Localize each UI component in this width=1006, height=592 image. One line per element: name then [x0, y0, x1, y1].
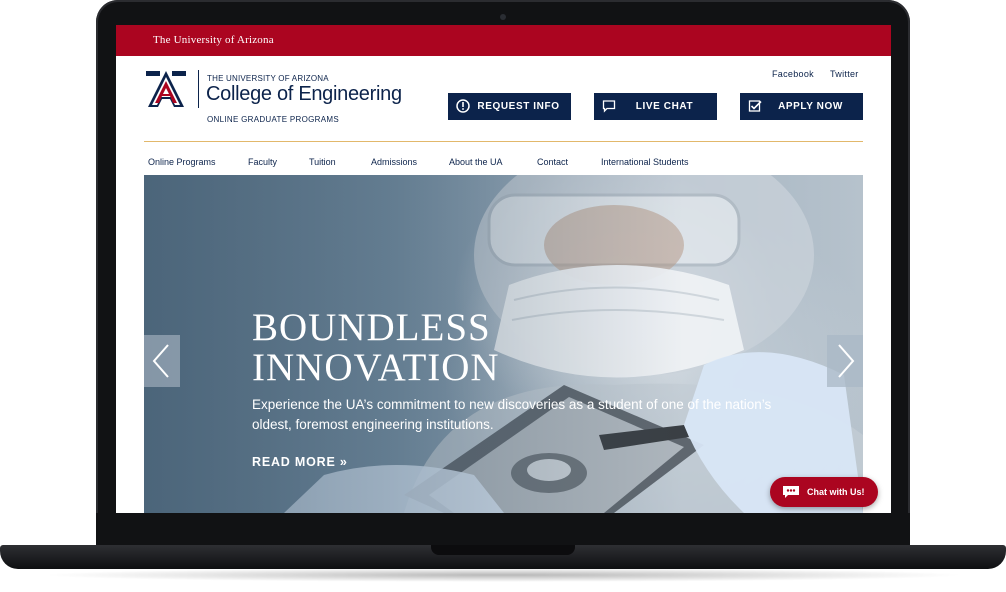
- chevron-left-icon: [152, 344, 169, 378]
- chat-bubble-icon: [783, 486, 799, 498]
- nav-online-programs[interactable]: Online Programs: [148, 157, 216, 167]
- hero-title-line1: BOUNDLESS: [252, 306, 491, 349]
- request-info-button[interactable]: REQUEST INFO: [448, 93, 571, 120]
- live-chat-label: LIVE CHAT: [635, 101, 694, 112]
- university-topbar: The University of Arizona: [116, 25, 891, 56]
- nav-contact[interactable]: Contact: [537, 157, 568, 167]
- university-link[interactable]: The University of Arizona: [153, 34, 274, 46]
- laptop-shadow: [40, 568, 966, 582]
- program-name: ONLINE GRADUATE PROGRAMS: [207, 115, 339, 124]
- chat-widget-button[interactable]: Chat with Us!: [770, 477, 878, 507]
- chat-widget-label: Chat with Us!: [807, 487, 865, 497]
- university-name: THE UNIVERSITY OF ARIZONA: [207, 74, 329, 83]
- block-a-logo-icon[interactable]: [144, 69, 188, 109]
- apply-now-button[interactable]: APPLY NOW: [740, 93, 863, 120]
- browser-viewport: The University of Arizona THE UNIVERSITY…: [116, 25, 891, 513]
- nav-international-students[interactable]: International Students: [601, 157, 689, 167]
- logo-divider: [198, 70, 199, 108]
- apply-now-label: APPLY NOW: [778, 101, 843, 112]
- nav-faculty[interactable]: Faculty: [248, 157, 277, 167]
- nav-about-the-ua[interactable]: About the UA: [449, 157, 503, 167]
- college-name[interactable]: College of Engineering: [206, 83, 402, 106]
- hero-title: BOUNDLESS INNOVATION: [252, 308, 592, 388]
- hero-description: Experience the UA’s commitment to new di…: [252, 397, 772, 432]
- carousel-next-button[interactable]: [827, 335, 863, 387]
- webcam: [500, 14, 506, 20]
- header-divider: [144, 141, 863, 142]
- chevron-right-icon: [838, 344, 855, 378]
- hero-carousel: BOUNDLESS INNOVATION Experience the UA’s…: [144, 175, 863, 513]
- laptop-bezel: [96, 513, 910, 548]
- nav-tuition[interactable]: Tuition: [309, 157, 336, 167]
- read-more-link[interactable]: READ MORE »: [252, 455, 348, 469]
- live-chat-button[interactable]: LIVE CHAT: [594, 93, 717, 120]
- twitter-link[interactable]: Twitter: [830, 69, 859, 79]
- facebook-link[interactable]: Facebook: [772, 69, 814, 79]
- nav-admissions[interactable]: Admissions: [371, 157, 417, 167]
- hero-title-line2: INNOVATION: [252, 346, 500, 389]
- laptop-hinge-notch: [431, 545, 575, 555]
- request-info-label: REQUEST INFO: [477, 101, 560, 112]
- carousel-prev-button[interactable]: [144, 335, 180, 387]
